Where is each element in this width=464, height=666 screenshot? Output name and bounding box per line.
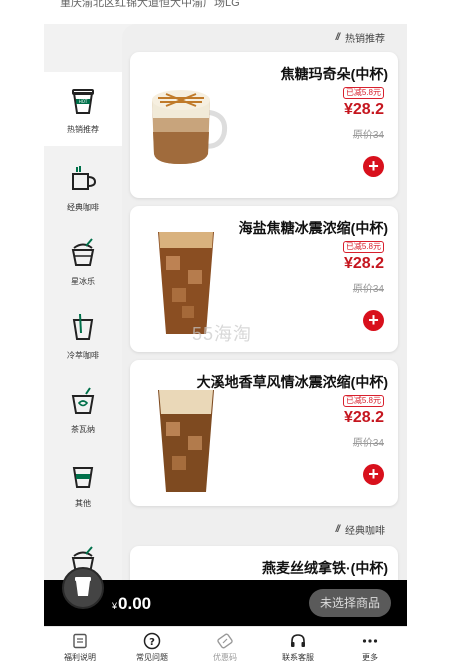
discount-badge: 已减5.8元	[342, 87, 384, 99]
cart-button[interactable]	[62, 567, 104, 609]
address-bar: 重庆渝北区红锦大道恒大中渝广场LG	[0, 0, 464, 14]
coupon-icon	[216, 632, 234, 650]
sidebar-item-cold-brew[interactable]: 冷萃咖啡	[44, 298, 122, 372]
doc-icon	[71, 632, 89, 650]
product-price: ¥28.2	[343, 409, 384, 426]
original-price: 原价34	[352, 438, 384, 449]
watermark: 55海淘	[192, 324, 253, 344]
bottom-tab-bar: 福利说明 ? 常见问题 优惠码 联系客服 更多	[44, 626, 407, 666]
checkout-button[interactable]: 未选择商品	[308, 589, 391, 617]
product-name: 海盐焦糖冰震浓缩(中杯)	[238, 220, 388, 236]
product-card[interactable]: 海盐焦糖冰震浓缩(中杯) 已减5.8元 ¥28.2 原价34 +	[130, 206, 398, 352]
product-name: 焦糖玛奇朵(中杯)	[280, 66, 388, 82]
tab-faq[interactable]: ? 常见问题	[116, 627, 188, 666]
question-icon: ?	[143, 632, 161, 650]
tab-benefits[interactable]: 福利说明	[44, 627, 116, 666]
coffee-mug-icon	[66, 162, 100, 196]
section-header-classic: // 经典咖啡	[335, 522, 385, 537]
tab-coupon[interactable]: 优惠码	[189, 627, 261, 666]
discount-badge: 已减5.8元	[342, 241, 384, 253]
other-cup-icon	[66, 458, 100, 492]
currency-symbol: ¥	[112, 601, 118, 611]
frappuccino-icon	[66, 236, 100, 270]
product-name: 燕麦丝绒拿铁·(中杯)	[262, 560, 388, 576]
cold-brew-icon	[66, 310, 100, 344]
add-to-cart-button[interactable]: +	[363, 464, 384, 485]
tab-customer-service[interactable]: 联系客服	[262, 627, 334, 666]
more-icon	[361, 632, 379, 650]
original-price: 原价34	[352, 284, 384, 295]
product-price: ¥28.2	[343, 101, 384, 118]
cart-total-value: 0.00	[118, 594, 152, 613]
category-sidebar: HOT 热销推荐 经典咖啡 星冰乐 冷萃咖啡 茶瓦纳 其他	[44, 24, 122, 580]
product-card[interactable]: 大溪地香草风情冰震浓缩(中杯) 已减5.8元 ¥28.2 原价34 +	[130, 360, 398, 506]
original-price: 原价34	[352, 130, 384, 141]
cup-icon	[73, 575, 93, 602]
hot-cup-icon: HOT	[66, 84, 100, 118]
sidebar-item-hot[interactable]: HOT 热销推荐	[44, 72, 122, 146]
cart-total: ¥0.00	[112, 594, 151, 614]
sidebar-item-frappuccino[interactable]: 星冰乐	[44, 224, 122, 298]
sidebar-item-label: 冷萃咖啡	[67, 350, 99, 360]
section-header-hot: // 热销推荐	[335, 30, 385, 45]
section-title: 经典咖啡	[345, 526, 385, 537]
sidebar-item-label: 热销推荐	[67, 124, 99, 134]
sidebar-item-label: 星冰乐	[71, 276, 95, 286]
tea-icon	[66, 384, 100, 418]
product-price: ¥28.2	[343, 255, 384, 272]
tab-label: 更多	[362, 652, 378, 662]
tab-label: 优惠码	[213, 652, 237, 662]
discount-badge: 已减5.8元	[342, 395, 384, 407]
svg-text:?: ?	[149, 637, 155, 648]
tab-label: 福利说明	[64, 652, 96, 662]
add-to-cart-button[interactable]: +	[363, 156, 384, 177]
slash-icon: //	[335, 524, 339, 535]
store-address: 重庆渝北区红锦大道恒大中渝广场LG	[60, 0, 240, 9]
tahitian-vanilla-image	[152, 384, 220, 501]
svg-text:HOT: HOT	[79, 99, 88, 104]
menu-app: HOT 热销推荐 经典咖啡 星冰乐 冷萃咖啡 茶瓦纳 其他 // 热销推荐 焦糖…	[44, 24, 407, 580]
sidebar-item-classic-coffee[interactable]: 经典咖啡	[44, 150, 122, 224]
sidebar-item-label: 茶瓦纳	[71, 424, 95, 434]
caramel-macchiato-image	[144, 82, 230, 177]
sidebar-item-label: 其他	[75, 498, 91, 508]
slash-icon: //	[335, 32, 339, 43]
product-card[interactable]: 焦糖玛奇朵(中杯) 已减5.8元 ¥28.2 原价34 +	[130, 52, 398, 198]
sidebar-item-other[interactable]: 其他	[44, 446, 122, 520]
add-to-cart-button[interactable]: +	[363, 310, 384, 331]
product-name: 大溪地香草风情冰震浓缩(中杯)	[196, 374, 388, 390]
sidebar-item-tea[interactable]: 茶瓦纳	[44, 372, 122, 446]
section-title: 热销推荐	[345, 34, 385, 45]
product-list[interactable]: // 热销推荐 焦糖玛奇朵(中杯) 已减5.8元 ¥28.2 原价34 + 海盐…	[122, 24, 407, 580]
tab-label: 联系客服	[282, 652, 314, 662]
product-card[interactable]: 燕麦丝绒拿铁·(中杯)	[130, 546, 398, 580]
sidebar-item-label: 经典咖啡	[67, 202, 99, 212]
tab-more[interactable]: 更多	[334, 627, 406, 666]
tab-label: 常见问题	[136, 652, 168, 662]
headset-icon	[289, 632, 307, 650]
